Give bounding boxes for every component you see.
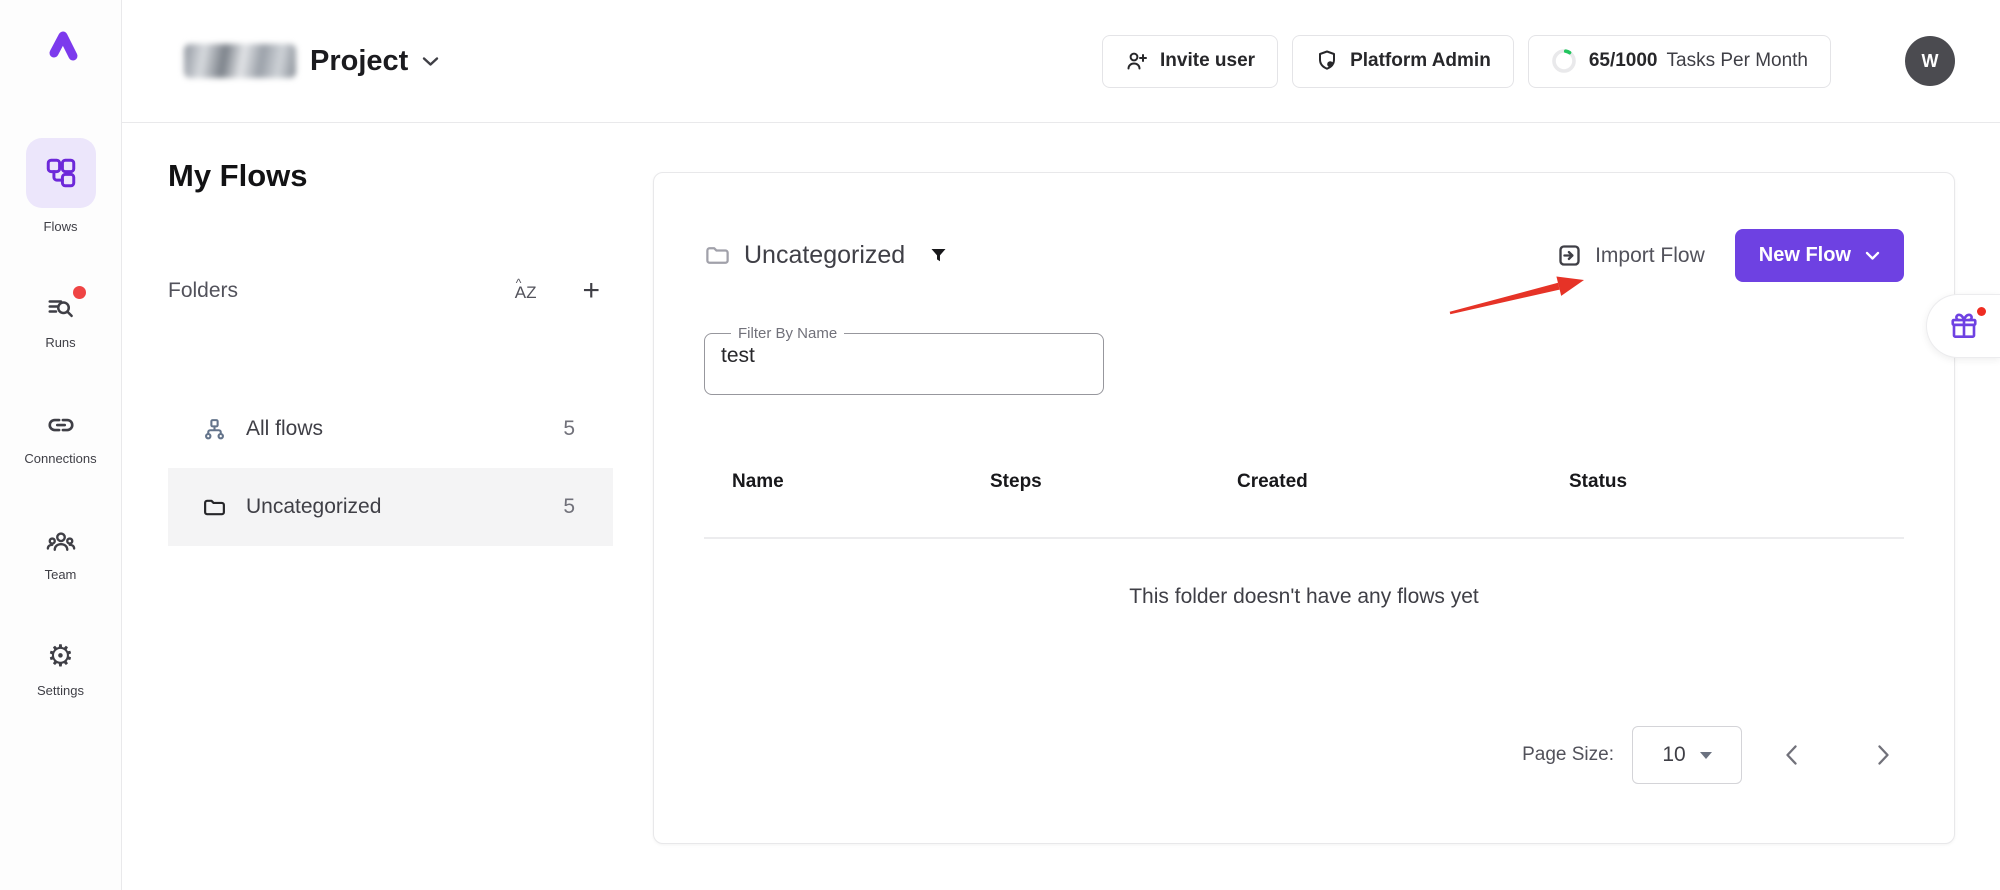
page-size-label: Page Size: <box>1522 744 1614 766</box>
sidebar-item-label: Flows <box>44 219 78 234</box>
app-logo-icon[interactable] <box>37 24 85 72</box>
hierarchy-icon <box>202 417 227 442</box>
tasks-count: 65/1000 <box>1589 50 1658 72</box>
folders-header: Folders ^AZ + <box>168 276 600 306</box>
page-size-select[interactable]: 10 <box>1632 726 1742 784</box>
sidebar-item-label: Team <box>45 567 77 582</box>
card-actions: Import Flow New Flow <box>1556 229 1904 282</box>
top-header: Project Invite user Platform Admin 65/10… <box>122 0 2000 123</box>
folder-name: Uncategorized <box>246 495 381 519</box>
folder-icon <box>202 495 227 520</box>
folder-name: All flows <box>246 417 323 441</box>
project-switcher[interactable]: Project <box>184 44 439 78</box>
import-flow-button[interactable]: Import Flow <box>1556 242 1705 269</box>
flows-card: Uncategorized Import Flow New Flow Filte… <box>653 172 1955 844</box>
sidebar-item-flows[interactable]: Flows <box>0 138 121 234</box>
card-header: Uncategorized Import Flow New Flow <box>704 229 1904 282</box>
filter-by-name-field: Filter By Name <box>704 325 1104 395</box>
workflow-icon <box>26 138 96 208</box>
flows-table-header: Name Steps Created Status <box>704 471 1904 501</box>
table-divider <box>704 537 1904 539</box>
chevron-right-icon <box>1877 744 1890 766</box>
gift-icon <box>1949 311 1979 341</box>
shield-icon <box>1315 49 1339 73</box>
column-header-created: Created <box>1237 471 1308 493</box>
user-avatar[interactable]: W <box>1905 36 1955 86</box>
platform-admin-button[interactable]: Platform Admin <box>1292 35 1514 88</box>
runs-search-icon <box>46 294 76 324</box>
import-icon <box>1556 242 1583 269</box>
gear-icon: ⚙ <box>47 642 74 672</box>
sidebar-item-settings[interactable]: ⚙ Settings <box>0 642 121 698</box>
project-name-redacted <box>184 44 296 78</box>
funnel-icon[interactable] <box>928 245 949 266</box>
sidebar-item-label: Runs <box>45 335 75 350</box>
folders-actions: ^AZ + <box>515 276 600 306</box>
previous-page-button[interactable] <box>1768 732 1814 778</box>
team-icon <box>46 526 76 556</box>
header-actions: Invite user Platform Admin 65/1000 Tasks… <box>1102 35 1955 88</box>
chevron-down-icon <box>422 56 439 67</box>
sidebar-item-runs[interactable]: Runs <box>0 294 121 350</box>
user-plus-icon <box>1125 49 1149 73</box>
link-icon <box>46 410 76 440</box>
sidebar-item-team[interactable]: Team <box>0 526 121 582</box>
rewards-tab[interactable] <box>1926 294 2000 358</box>
add-folder-button[interactable]: + <box>582 276 600 306</box>
project-label: Project <box>310 45 408 78</box>
notification-dot <box>73 286 86 299</box>
filter-field-label: Filter By Name <box>731 325 844 342</box>
folder-list: All flows 5 Uncategorized 5 <box>168 390 613 546</box>
column-header-name: Name <box>732 471 784 493</box>
folders-label: Folders <box>168 279 238 303</box>
sort-caret: ^ <box>516 276 522 290</box>
folder-row-uncategorized[interactable]: Uncategorized 5 <box>168 468 613 546</box>
folder-count: 5 <box>563 495 575 519</box>
new-flow-button[interactable]: New Flow <box>1735 229 1904 282</box>
sidebar-item-connections[interactable]: Connections <box>0 410 121 466</box>
usage-progress-ring <box>1551 48 1577 74</box>
empty-state-text: This folder doesn't have any flows yet <box>654 585 1954 609</box>
sidebar-item-label: Connections <box>24 451 96 466</box>
folder-row-all-flows[interactable]: All flows 5 <box>168 390 613 468</box>
caret-down-icon <box>1700 752 1712 759</box>
notification-dot <box>1977 307 1986 316</box>
tasks-usage-badge[interactable]: 65/1000 Tasks Per Month <box>1528 35 1831 88</box>
new-flow-label: New Flow <box>1759 244 1851 267</box>
invite-user-button[interactable]: Invite user <box>1102 35 1278 88</box>
card-title-group: Uncategorized <box>704 241 949 270</box>
next-page-button[interactable] <box>1860 732 1906 778</box>
folder-icon <box>704 242 731 269</box>
folder-count: 5 <box>563 417 575 441</box>
sidebar: Flows Runs Connections Team ⚙ Settings <box>0 0 122 890</box>
tasks-label: Tasks Per Month <box>1667 50 1809 72</box>
sidebar-nav: Flows Runs Connections Team ⚙ Settings <box>0 138 121 698</box>
invite-user-label: Invite user <box>1160 50 1255 72</box>
column-header-steps: Steps <box>990 471 1042 493</box>
sort-az-icon[interactable]: ^AZ <box>515 280 537 303</box>
page-title: My Flows <box>168 158 308 194</box>
platform-admin-label: Platform Admin <box>1350 50 1491 72</box>
column-header-status: Status <box>1569 471 1627 493</box>
import-flow-label: Import Flow <box>1595 244 1705 268</box>
card-title: Uncategorized <box>744 241 905 270</box>
filter-by-name-input[interactable] <box>721 344 1087 368</box>
chevron-left-icon <box>1785 744 1798 766</box>
page-size-value: 10 <box>1662 743 1685 767</box>
sidebar-item-label: Settings <box>37 683 84 698</box>
pagination: Page Size: 10 <box>1522 726 1906 784</box>
chevron-down-icon <box>1865 251 1880 261</box>
